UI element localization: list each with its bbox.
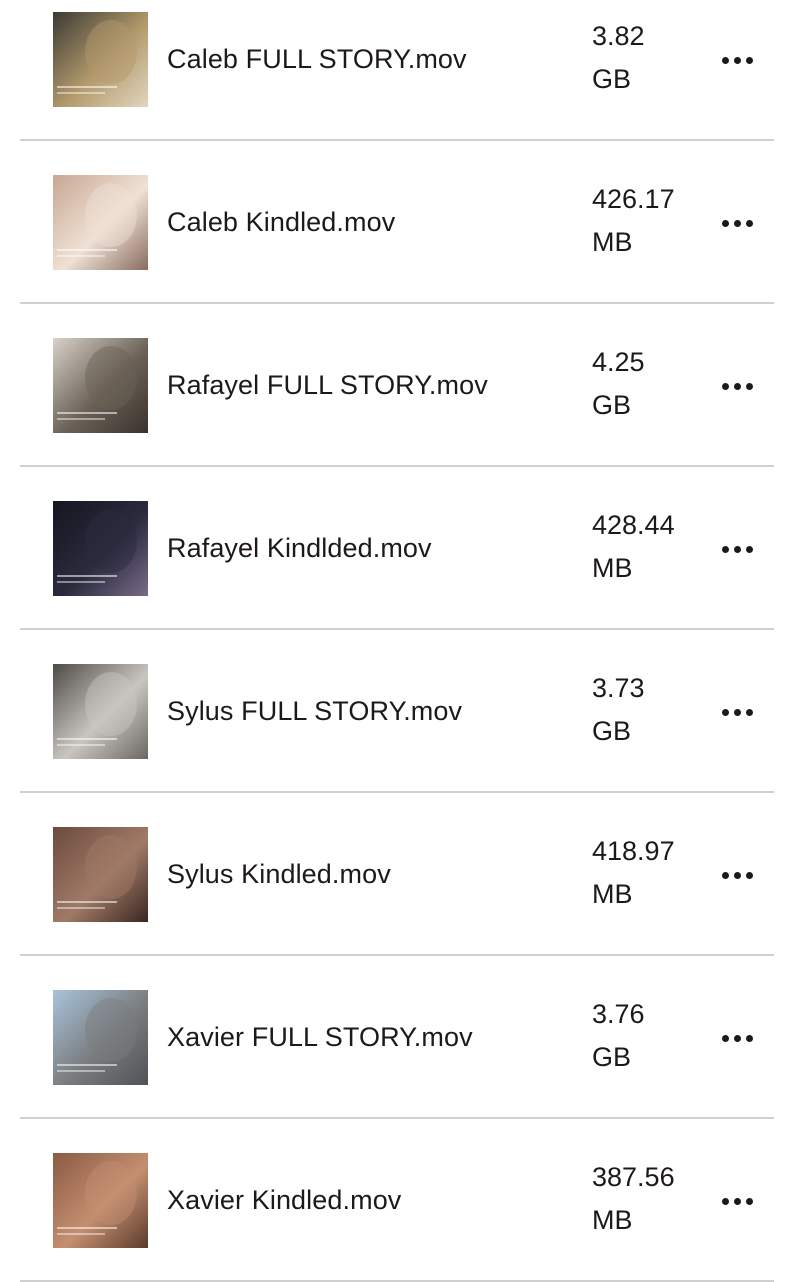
file-name[interactable]: Rafayel FULL STORY.mov <box>167 304 488 467</box>
file-name[interactable]: Sylus Kindled.mov <box>167 793 391 956</box>
dot <box>733 708 741 716</box>
more-options-button[interactable] <box>712 366 762 406</box>
file-size: 387.56 MB <box>592 1156 702 1242</box>
file-name[interactable]: Caleb Kindled.mov <box>167 141 395 304</box>
dot <box>721 219 729 227</box>
more-options-button[interactable] <box>712 1018 762 1058</box>
file-size-unit: GB <box>592 716 632 746</box>
file-size-unit: GB <box>592 1042 632 1072</box>
file-size-value: 4.25 <box>592 347 645 377</box>
dot <box>733 1197 741 1205</box>
dot <box>745 545 753 553</box>
file-size-value: 428.44 <box>592 510 675 540</box>
dot <box>733 545 741 553</box>
dot <box>745 1197 753 1205</box>
video-thumbnail[interactable] <box>53 175 148 270</box>
more-horizontal-icon <box>721 545 753 553</box>
file-row[interactable]: Sylus FULL STORY.mov 3.73 GB <box>20 630 774 793</box>
file-row[interactable]: Xavier Kindled.mov 387.56 MB <box>20 1119 774 1282</box>
dot <box>745 219 753 227</box>
video-thumbnail[interactable] <box>53 1153 148 1248</box>
file-row[interactable]: Caleb Kindled.mov 426.17 MB <box>20 141 774 304</box>
dot <box>721 871 729 879</box>
file-size: 3.82 GB <box>592 15 702 101</box>
dot <box>721 1034 729 1042</box>
file-name[interactable]: Xavier FULL STORY.mov <box>167 956 473 1119</box>
more-options-button[interactable] <box>712 203 762 243</box>
file-size-unit: GB <box>592 390 632 420</box>
more-options-button[interactable] <box>712 855 762 895</box>
file-size: 3.73 GB <box>592 667 702 753</box>
dot <box>733 56 741 64</box>
more-horizontal-icon <box>721 1197 753 1205</box>
file-size: 4.25 GB <box>592 341 702 427</box>
more-horizontal-icon <box>721 708 753 716</box>
dot <box>745 708 753 716</box>
dot <box>745 1034 753 1042</box>
more-horizontal-icon <box>721 56 753 64</box>
file-size-value: 418.97 <box>592 836 675 866</box>
file-list: Caleb FULL STORY.mov 3.82 GB Caleb Kindled.… <box>0 0 794 1282</box>
file-size-unit: GB <box>592 64 632 94</box>
more-options-button[interactable] <box>712 1181 762 1221</box>
file-size-value: 387.56 <box>592 1162 675 1192</box>
file-name[interactable]: Caleb FULL STORY.mov <box>167 0 467 141</box>
dot <box>721 545 729 553</box>
dot <box>721 1197 729 1205</box>
more-options-button[interactable] <box>712 40 762 80</box>
dot <box>733 219 741 227</box>
more-horizontal-icon <box>721 871 753 879</box>
file-size-unit: MB <box>592 553 633 583</box>
dot <box>745 56 753 64</box>
dot <box>721 382 729 390</box>
file-row[interactable]: Xavier FULL STORY.mov 3.76 GB <box>20 956 774 1119</box>
dot <box>721 56 729 64</box>
video-thumbnail[interactable] <box>53 664 148 759</box>
more-horizontal-icon <box>721 219 753 227</box>
file-row[interactable]: Caleb FULL STORY.mov 3.82 GB <box>20 0 774 141</box>
dot <box>733 871 741 879</box>
file-size: 426.17 MB <box>592 178 702 264</box>
file-name[interactable]: Sylus FULL STORY.mov <box>167 630 462 793</box>
file-row[interactable]: Rafayel FULL STORY.mov 4.25 GB <box>20 304 774 467</box>
file-size-unit: MB <box>592 227 633 257</box>
file-size: 3.76 GB <box>592 993 702 1079</box>
file-size: 418.97 MB <box>592 830 702 916</box>
file-row[interactable]: Sylus Kindled.mov 418.97 MB <box>20 793 774 956</box>
video-thumbnail[interactable] <box>53 12 148 107</box>
file-size-value: 426.17 <box>592 184 675 214</box>
file-size: 428.44 MB <box>592 504 702 590</box>
more-options-button[interactable] <box>712 692 762 732</box>
more-options-button[interactable] <box>712 529 762 569</box>
more-horizontal-icon <box>721 1034 753 1042</box>
file-size-unit: MB <box>592 1205 633 1235</box>
video-thumbnail[interactable] <box>53 338 148 433</box>
file-size-value: 3.76 <box>592 999 645 1029</box>
more-horizontal-icon <box>721 382 753 390</box>
dot <box>733 1034 741 1042</box>
video-thumbnail[interactable] <box>53 990 148 1085</box>
video-thumbnail[interactable] <box>53 501 148 596</box>
file-size-value: 3.73 <box>592 673 645 703</box>
file-name[interactable]: Xavier Kindled.mov <box>167 1119 401 1282</box>
video-thumbnail[interactable] <box>53 827 148 922</box>
file-row[interactable]: Rafayel Kindlded.mov 428.44 MB <box>20 467 774 630</box>
file-size-unit: MB <box>592 879 633 909</box>
file-size-value: 3.82 <box>592 21 645 51</box>
dot <box>745 382 753 390</box>
dot <box>733 382 741 390</box>
file-name[interactable]: Rafayel Kindlded.mov <box>167 467 432 630</box>
dot <box>721 708 729 716</box>
dot <box>745 871 753 879</box>
